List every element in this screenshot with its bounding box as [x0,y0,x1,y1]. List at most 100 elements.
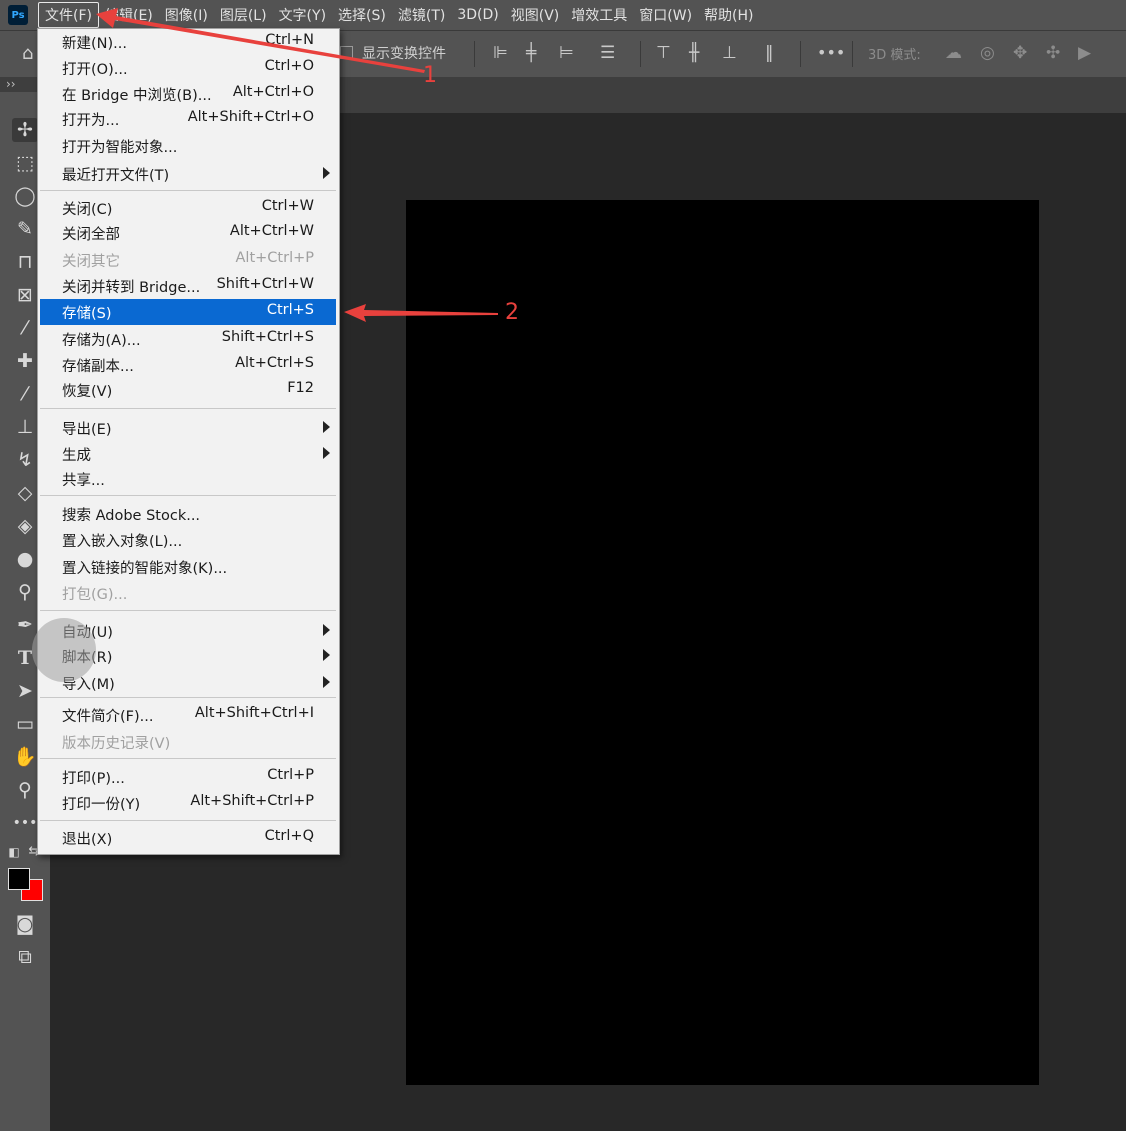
menu-image[interactable]: 图像(I) [159,3,214,27]
menu-type[interactable]: 文字(Y) [273,3,332,27]
pen-tool-icon[interactable]: ✒ [12,613,38,637]
menu-item-save[interactable]: 存储(S) Ctrl+S [40,299,336,325]
home-icon[interactable]: ⌂ [22,43,33,64]
align-top-icon[interactable]: ⊤ [656,43,671,63]
dodge-tool-icon[interactable]: ⚲ [12,580,38,604]
expand-panels-icon[interactable]: ›› [6,77,16,91]
divider [852,41,853,67]
menu-item-new[interactable]: 新建(N)... Ctrl+N [40,29,336,55]
hand-tool-icon[interactable]: ✋ [12,745,38,769]
menu-item-open-as[interactable]: 打开为... Alt+Shift+Ctrl+O [40,106,336,132]
menu-item-close[interactable]: 关闭(C) Ctrl+W [40,195,336,221]
menu-item-export[interactable]: 导出(E) [40,415,336,441]
menu-item-save-copy[interactable]: 存储副本... Alt+Ctrl+S [40,352,336,378]
menu-select[interactable]: 选择(S) [332,3,392,27]
stamp-tool-icon[interactable]: ⊥ [12,415,38,439]
menu-item-search-stock[interactable]: 搜索 Adobe Stock... [40,501,336,527]
align-left-icon[interactable]: ⊫ [493,43,508,63]
menu-item-recent-files[interactable]: 最近打开文件(T) [40,161,336,187]
submenu-arrow-icon [323,649,330,661]
menu-item-place-embedded[interactable]: 置入嵌入对象(L)... [40,527,336,553]
3d-mode-label: 3D 模式: [868,48,921,63]
align-bottom-icon[interactable]: ⊥ [722,43,737,63]
menu-edit[interactable]: 编辑(E) [99,3,159,27]
menu-item-generate[interactable]: 生成 [40,441,336,467]
menu-divider [40,610,336,611]
menu-item-version-history: 版本历史记录(V) [62,736,171,752]
more-tools-icon[interactable]: ••• [12,811,38,835]
menu-plugins[interactable]: 增效工具 [565,3,633,27]
3d-roll-icon[interactable]: ◎ [980,43,995,63]
menu-item-package: 打包(G)... [62,587,128,603]
zoom-tool-icon[interactable]: ⚲ [12,778,38,802]
submenu-arrow-icon [323,421,330,433]
align-middle-icon[interactable]: ╫ [689,43,699,63]
menu-item-print-one-copy[interactable]: 打印一份(Y) Alt+Shift+Ctrl+P [40,790,336,816]
align-right-icon[interactable]: ⊨ [559,43,574,63]
menu-divider [40,820,336,821]
divider [800,41,801,67]
menu-item-save-as[interactable]: 存储为(A)... Shift+Ctrl+S [40,326,336,352]
menu-help[interactable]: 帮助(H) [698,3,759,27]
menu-layer[interactable]: 图层(L) [214,3,273,27]
menu-item-open[interactable]: 打开(O)... Ctrl+O [40,55,336,81]
menu-item-file-info[interactable]: 文件简介(F)... Alt+Shift+Ctrl+I [40,702,336,728]
rectangle-tool-icon[interactable]: ▭ [12,712,38,736]
paint-bucket-tool-icon[interactable]: ◈ [12,514,38,538]
photoshop-logo-icon: Ps [8,5,28,25]
brush-tool-icon[interactable]: ⁄ [12,382,38,406]
healing-tool-icon[interactable]: ✚ [12,349,38,373]
distribute-vertical-icon[interactable]: ‖ [765,43,774,63]
3d-camera-icon[interactable]: ▶ [1078,43,1091,63]
submenu-arrow-icon [323,447,330,459]
menu-view[interactable]: 视图(V) [505,3,566,27]
align-center-icon[interactable]: ╪ [526,43,536,63]
history-brush-tool-icon[interactable]: ↯ [12,448,38,472]
frame-tool-icon[interactable]: ⊠ [12,283,38,307]
move-tool-icon[interactable]: ✢ [12,118,38,142]
file-menu-dropdown: 新建(N)... Ctrl+N 打开(O)... Ctrl+O 在 Bridge 中… [37,28,340,855]
more-options-icon[interactable]: ••• [817,43,845,63]
cursor-highlight [32,618,96,682]
document-canvas[interactable] [406,200,1039,1085]
show-transform-checkbox[interactable] [340,46,353,59]
menu-filter[interactable]: 滤镜(T) [392,3,451,27]
submenu-arrow-icon [323,167,330,179]
3d-orbit-icon[interactable]: ☁ [945,43,962,63]
distribute-icon[interactable]: ☰ [600,43,615,63]
lasso-tool-icon[interactable]: ◯ [12,184,38,208]
menu-item-exit[interactable]: 退出(X) Ctrl+Q [40,825,336,851]
menu-3d[interactable]: 3D(D) [451,5,504,25]
default-colors-icon[interactable]: ◧ [4,840,24,864]
path-select-tool-icon[interactable]: ➤ [12,679,38,703]
menu-window[interactable]: 窗口(W) [633,3,698,27]
crop-tool-icon[interactable]: ⊓ [12,250,38,274]
menu-item-browse-bridge[interactable]: 在 Bridge 中浏览(B)... Alt+Ctrl+O [40,81,336,107]
divider [474,41,475,67]
menu-item-place-linked[interactable]: 置入链接的智能对象(K)... [40,554,336,580]
menu-divider [40,495,336,496]
quick-select-tool-icon[interactable]: ✎ [12,217,38,241]
eyedropper-tool-icon[interactable]: ⁄ [12,316,38,340]
foreground-color-swatch[interactable] [8,868,30,890]
menu-item-close-go-bridge[interactable]: 关闭并转到 Bridge... Shift+Ctrl+W [40,273,336,299]
menu-item-close-all[interactable]: 关闭全部 Alt+Ctrl+W [40,220,336,246]
menu-item-print[interactable]: 打印(P)... Ctrl+P [40,764,336,790]
menu-divider [40,758,336,759]
menu-item-share[interactable]: 共享... [40,466,336,492]
eraser-tool-icon[interactable]: ◇ [12,481,38,505]
menu-item-revert[interactable]: 恢复(V) F12 [40,377,336,403]
marquee-tool-icon[interactable]: ⬚ [12,151,38,175]
menu-item-open-smart-object[interactable]: 打开为智能对象... [40,133,336,159]
show-transform-label: 显示变换控件 [362,46,446,62]
menu-divider [40,190,336,191]
annotation-label-1: 1 [423,63,437,88]
menu-file[interactable]: 文件(F) [38,2,99,28]
menu-divider [40,408,336,409]
annotation-label-2: 2 [505,300,519,325]
3d-pan-icon[interactable]: ✥ [1013,43,1027,63]
screen-mode-icon[interactable]: ⧉ [12,945,38,969]
blur-tool-icon[interactable]: ● [12,547,38,571]
quick-mask-icon[interactable]: ◙ [12,912,38,936]
3d-slide-icon[interactable]: ✣ [1046,43,1060,63]
